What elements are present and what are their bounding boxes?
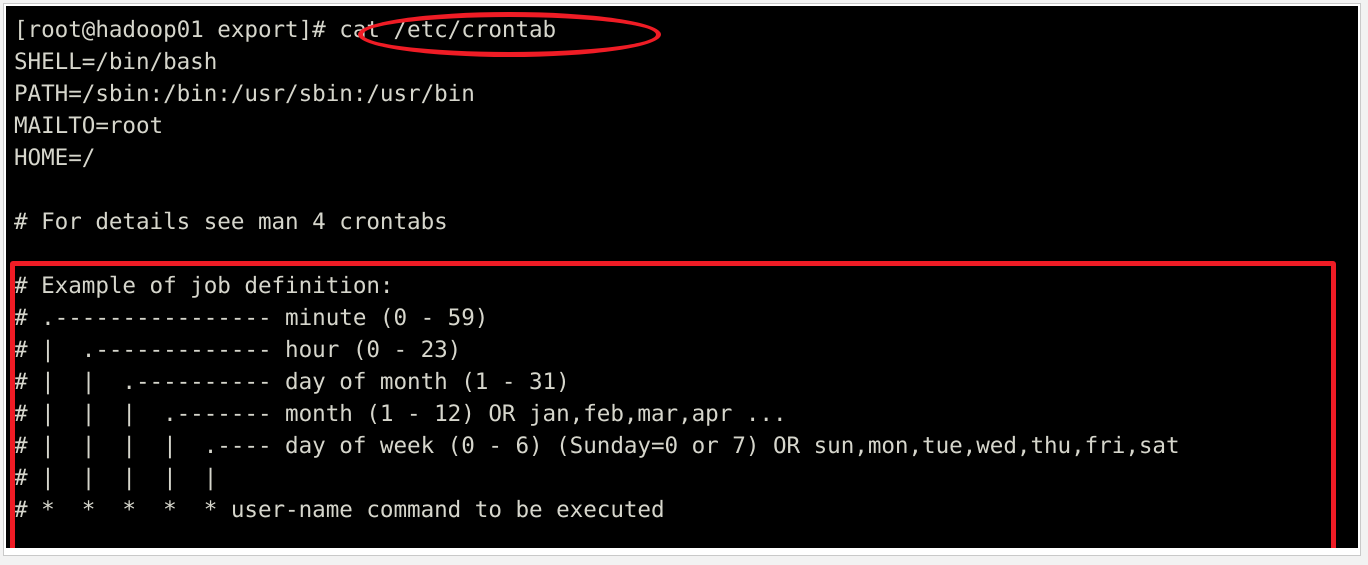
terminal-line-field-hour: # | .------------- hour (0 - 23) (14, 337, 462, 363)
screenshot-frame: [root@hadoop01 export]# cat /etc/crontab… (0, 0, 1368, 565)
terminal-line-prompt-command: [root@hadoop01 export]# cat /etc/crontab (14, 17, 557, 43)
terminal-line-example-header: # Example of job definition: (14, 273, 394, 299)
terminal-line-field-month: # | | | .------- month (1 - 12) OR jan,f… (14, 401, 787, 427)
terminal-line-pipes: # | | | | | (14, 465, 218, 491)
terminal-line-for-details: # For details see man 4 crontabs (14, 209, 448, 235)
terminal-window[interactable]: [root@hadoop01 export]# cat /etc/crontab… (6, 6, 1358, 548)
terminal-line-stars-command: # * * * * * user-name command to be exec… (14, 497, 665, 523)
terminal-line-field-minute: # .---------------- minute (0 - 59) (14, 305, 489, 331)
terminal-line-field-day-of-month: # | | .---------- day of month (1 - 31) (14, 369, 570, 395)
terminal-line-home: HOME=/ (14, 145, 96, 171)
terminal-line-shell: SHELL=/bin/bash (14, 49, 218, 75)
terminal-line-field-day-of-week: # | | | | .---- day of week (0 - 6) (Sun… (14, 433, 1180, 459)
terminal-line-path: PATH=/sbin:/bin:/usr/sbin:/usr/bin (14, 81, 475, 107)
terminal-line-mailto: MAILTO=root (14, 113, 164, 139)
